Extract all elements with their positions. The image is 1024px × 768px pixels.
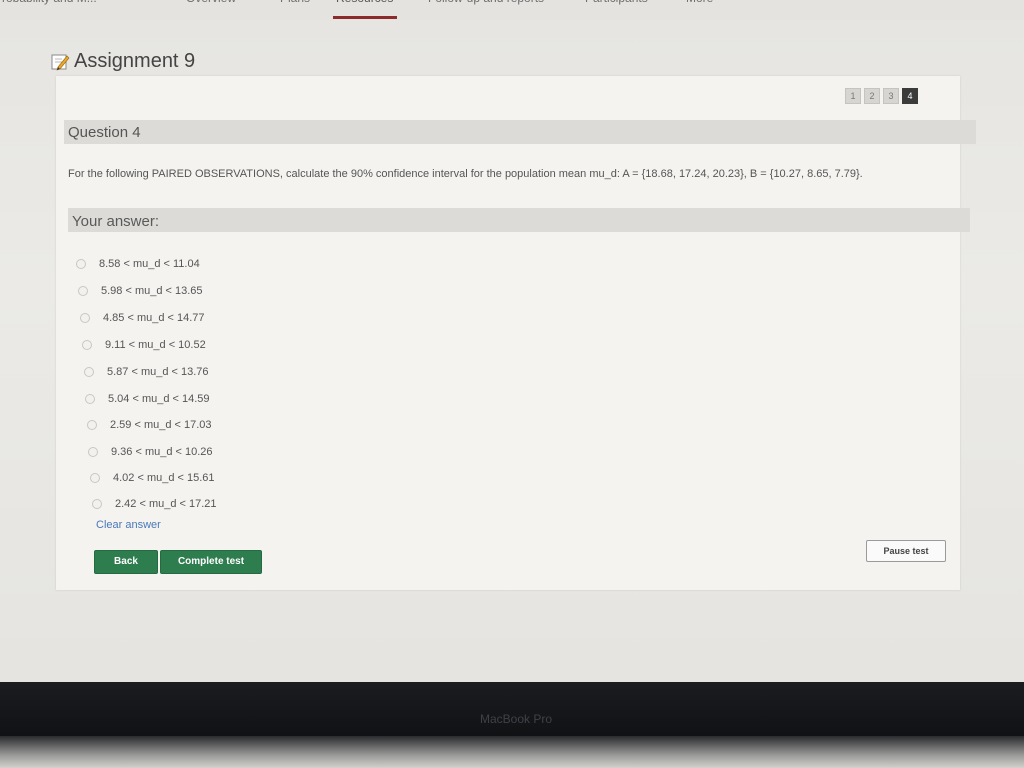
laptop-bezel: MacBook Pro: [0, 682, 1024, 768]
answer-option-label: 9.11 < mu_d < 10.52: [105, 339, 206, 351]
answer-heading: Your answer:: [72, 213, 159, 230]
question-header-bar: Question 4: [64, 120, 976, 144]
back-button[interactable]: Back: [94, 550, 158, 574]
answer-option[interactable]: 2.59 < mu_d < 17.03: [87, 419, 212, 431]
nav-tab-plans[interactable]: Plans: [280, 0, 310, 9]
question-pager: 1 2 3 4: [845, 88, 918, 104]
nav-tab-follow-up[interactable]: Follow-up and reports: [428, 0, 544, 9]
answer-option-label: 8.58 < mu_d < 11.04: [99, 258, 200, 270]
answer-option[interactable]: 2.42 < mu_d < 17.21: [92, 498, 217, 510]
device-brand-label: MacBook Pro: [480, 712, 553, 726]
answer-option[interactable]: 8.58 < mu_d < 11.04: [76, 258, 200, 270]
answer-option-label: 2.42 < mu_d < 17.21: [115, 498, 217, 510]
answer-option[interactable]: 5.98 < mu_d < 13.65: [78, 285, 203, 297]
answer-option-label: 5.87 < mu_d < 13.76: [107, 366, 209, 378]
answer-option-label: 5.98 < mu_d < 13.65: [101, 285, 203, 297]
answer-option[interactable]: 4.85 < mu_d < 14.77: [80, 312, 205, 324]
clear-answer-link[interactable]: Clear answer: [96, 519, 161, 531]
radio-button[interactable]: [87, 420, 97, 430]
radio-button[interactable]: [88, 447, 98, 457]
question-heading: Question 4: [68, 124, 141, 141]
nav-tab-resources[interactable]: Resources: [336, 0, 393, 9]
page-button-2[interactable]: 2: [864, 88, 880, 104]
pencil-edit-icon: [51, 54, 70, 70]
nav-tab-course[interactable]: Probability and M...: [0, 0, 97, 9]
active-tab-indicator: [333, 16, 397, 19]
assignment-page: Assignment 9 1 2 3 4 Question 4 For the …: [0, 20, 1024, 682]
radio-button[interactable]: [84, 367, 94, 377]
answer-option-label: 9.36 < mu_d < 10.26: [111, 446, 213, 458]
page-button-4[interactable]: 4: [902, 88, 918, 104]
radio-button[interactable]: [82, 340, 92, 350]
answer-header-bar: Your answer:: [68, 208, 970, 232]
answer-option[interactable]: 5.04 < mu_d < 14.59: [85, 393, 210, 405]
assignment-header: Assignment 9: [50, 50, 195, 73]
answer-option[interactable]: 9.11 < mu_d < 10.52: [82, 339, 206, 351]
question-text: For the following PAIRED OBSERVATIONS, c…: [68, 168, 863, 180]
complete-test-button[interactable]: Complete test: [160, 550, 262, 574]
answer-option-label: 5.04 < mu_d < 14.59: [108, 393, 210, 405]
top-navigation: Probability and M... Overview Plans Reso…: [0, 0, 1024, 20]
page-button-3[interactable]: 3: [883, 88, 899, 104]
answer-option[interactable]: 9.36 < mu_d < 10.26: [88, 446, 213, 458]
question-card: 1 2 3 4 Question 4 For the following PAI…: [56, 76, 976, 590]
radio-button[interactable]: [76, 259, 86, 269]
nav-tab-overview[interactable]: Overview: [186, 0, 236, 9]
answer-option[interactable]: 4.02 < mu_d < 15.61: [90, 472, 215, 484]
pause-test-button[interactable]: Pause test: [866, 540, 946, 562]
radio-button[interactable]: [92, 499, 102, 509]
answer-option-label: 4.02 < mu_d < 15.61: [113, 472, 215, 484]
page-button-1[interactable]: 1: [845, 88, 861, 104]
radio-button[interactable]: [90, 473, 100, 483]
radio-button[interactable]: [85, 394, 95, 404]
answer-option[interactable]: 5.87 < mu_d < 13.76: [84, 366, 209, 378]
radio-button[interactable]: [80, 313, 90, 323]
radio-button[interactable]: [78, 286, 88, 296]
answer-option-label: 2.59 < mu_d < 17.03: [110, 419, 212, 431]
laptop-edge: [0, 736, 1024, 768]
answer-option-label: 4.85 < mu_d < 14.77: [103, 312, 205, 324]
nav-tab-more[interactable]: More: [686, 0, 713, 9]
page-title: Assignment 9: [74, 50, 196, 72]
nav-tab-participants[interactable]: Participants: [585, 0, 648, 9]
